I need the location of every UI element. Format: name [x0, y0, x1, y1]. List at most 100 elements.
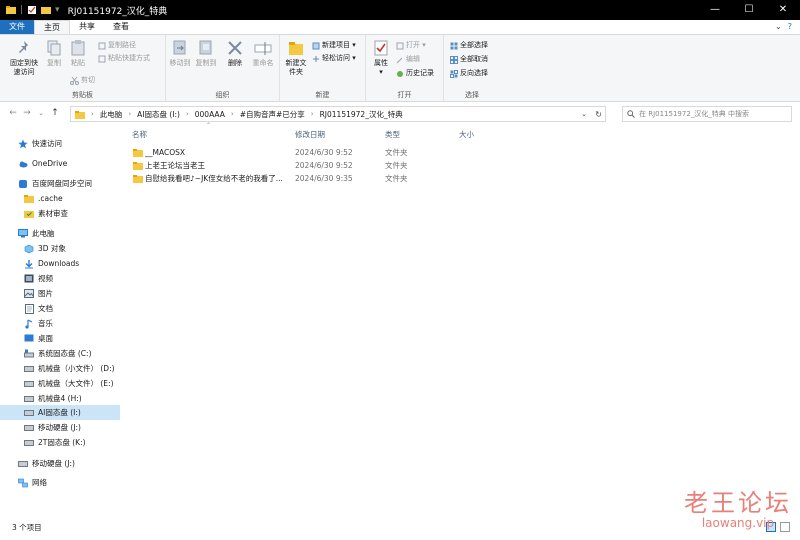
forward-arrow-icon[interactable]: → [20, 108, 34, 118]
tab-share[interactable]: 共享 [70, 20, 104, 34]
cut-button[interactable]: 剪切 [70, 76, 95, 85]
nav-item-label: OneDrive [32, 159, 68, 168]
breadcrumb-this-pc[interactable]: 此电脑 [100, 109, 123, 120]
history-button[interactable]: 历史记录 [396, 69, 434, 78]
edit-button[interactable]: 编辑 [396, 55, 420, 64]
breadcrumb-drive-i[interactable]: AI固态盘 (I:) [137, 109, 180, 120]
nav-item-network[interactable]: 网络 [0, 475, 120, 490]
select-none-icon [450, 55, 458, 64]
nav-item-label: 机械盘（小文件） (D:) [38, 364, 115, 373]
nav-item-label: 桌面 [38, 334, 53, 343]
maximize-button[interactable]: ☐ [732, 0, 766, 20]
table-row[interactable]: 自慰给我看吧♪~JK侄女给不老的我看了... 2024/6/30 9:35 文件… [130, 172, 510, 185]
copy-to-button[interactable]: 复制到 [194, 39, 218, 68]
nav-item-label: 网络 [32, 478, 47, 487]
nav-item-drive-d[interactable]: 机械盘（小文件） (D:) [0, 361, 120, 376]
nav-item-removable-j[interactable]: 移动硬盘 (J:) [0, 456, 120, 471]
nav-item-pictures[interactable]: 图片 [0, 286, 120, 301]
breadcrumb-000aaa[interactable]: 000AAA [195, 110, 225, 119]
rename-button[interactable]: 重命名 [250, 39, 276, 68]
paste-shortcut-label: 粘贴快捷方式 [108, 54, 150, 62]
new-item-button[interactable]: 新建项目 ▾ [312, 41, 356, 50]
window-title: RJ01151972_汉化_特典 [67, 6, 168, 17]
chevron-down-icon: ▾ [350, 41, 356, 49]
column-header-date[interactable]: 修改日期 [295, 128, 325, 142]
breadcrumb-separator[interactable]: › [311, 110, 314, 118]
breadcrumb-separator[interactable]: › [186, 110, 189, 118]
nav-item-drive-h[interactable]: 机械盘4 (H:) [0, 391, 120, 406]
up-arrow-icon[interactable]: ↑ [48, 108, 62, 118]
nav-item-drive-i[interactable]: AI固态盘 (I:) [0, 405, 120, 420]
nav-item-cache[interactable]: .cache [0, 191, 120, 206]
customize-icon[interactable]: ▾ [55, 5, 60, 15]
address-dropdown-icon[interactable]: ⌄ [581, 110, 587, 118]
cloud-icon [18, 159, 28, 169]
chevron-down-icon[interactable]: ⌄ [775, 20, 782, 34]
clipboard-group-label: 剪贴板 [72, 91, 93, 99]
breadcrumb-separator[interactable]: › [128, 110, 131, 118]
nav-item-drive-j[interactable]: 移动硬盘 (J:) [0, 420, 120, 435]
table-row[interactable]: 上老王论坛当老王 2024/6/30 9:52 文件夹 [130, 159, 510, 172]
paste-button[interactable]: 粘贴 [68, 39, 88, 68]
nav-item-onedrive[interactable]: OneDrive [0, 156, 120, 171]
column-header-name[interactable]: 名称 [132, 128, 147, 142]
refresh-icon[interactable]: ↻ [595, 110, 602, 119]
move-to-button[interactable]: 移动到 [168, 39, 192, 68]
nav-item-documents[interactable]: 文档 [0, 301, 120, 316]
nav-item-drive-e[interactable]: 机械盘（大文件） (E:) [0, 376, 120, 391]
properties-icon[interactable] [27, 5, 37, 15]
breadcrumb-current[interactable]: RJ01151972_汉化_特典 [320, 109, 403, 120]
column-header-size[interactable]: 大小 [459, 128, 474, 142]
paste-shortcut-button[interactable]: 粘贴快捷方式 [98, 54, 150, 63]
address-bar[interactable]: › 此电脑 › AI固态盘 (I:) › 000AAA › #自购音声#已分享 … [70, 106, 606, 122]
nav-item-drive-c[interactable]: 系统固态盘 (C:) [0, 346, 120, 361]
nav-item-drive-k[interactable]: 2T固态盘 (K:) [0, 435, 120, 450]
select-all-button[interactable]: 全部选择 [450, 41, 488, 50]
open-button[interactable]: 打开 ▾ [396, 41, 426, 50]
easy-access-button[interactable]: 轻松访问 ▾ [312, 54, 356, 63]
sort-arrow-icon: ⌃ [206, 122, 212, 129]
nav-item-videos[interactable]: 视频 [0, 271, 120, 286]
recent-locations-icon[interactable]: ⌄ [34, 109, 48, 117]
folder-icon [6, 6, 16, 14]
properties-button[interactable]: 属性 ▾ [370, 39, 392, 77]
pin-quick-access-button[interactable]: 固定到快速访问 [6, 39, 42, 77]
close-button[interactable]: ✕ [766, 0, 800, 20]
nav-item-this-pc[interactable]: 此电脑 [0, 226, 120, 241]
nav-item-quick-access[interactable]: 快速访问 [0, 136, 120, 151]
new-folder-icon[interactable] [41, 5, 52, 15]
rename-label: 重命名 [252, 59, 274, 67]
picture-icon [24, 289, 34, 299]
tab-home[interactable]: 主页 [34, 20, 70, 34]
video-icon [24, 274, 34, 284]
search-box[interactable] [622, 106, 792, 122]
column-header-type[interactable]: 类型 [385, 128, 400, 142]
nav-item-music[interactable]: 音乐 [0, 316, 120, 331]
nav-item-desktop[interactable]: 桌面 [0, 331, 120, 346]
tab-view[interactable]: 查看 [104, 20, 138, 34]
nav-item-3d-objects[interactable]: 3D 对象 [0, 241, 120, 256]
nav-item-baidu[interactable]: 百度网盘同步空间 [0, 176, 120, 191]
minimize-button[interactable]: — [698, 0, 732, 20]
navigation-pane: 快速访问 OneDrive 百度网盘同步空间 .cache 素材审查 此电脑 3… [0, 124, 120, 520]
breadcrumb-shared[interactable]: #自购音声#已分享 [240, 109, 305, 120]
copy-button[interactable]: 复制 [44, 39, 64, 68]
nav-item-downloads[interactable]: Downloads [0, 256, 120, 271]
help-icon[interactable]: ? [788, 20, 792, 34]
table-row[interactable]: __MACOSX 2024/6/30 9:52 文件夹 [130, 146, 510, 159]
ribbon: 固定到快速访问 复制 粘贴 复制路径 粘贴快捷方式 剪切 剪贴板 移动到 复制到… [0, 34, 800, 102]
copy-path-button[interactable]: 复制路径 [98, 41, 136, 50]
breadcrumb-separator[interactable]: › [231, 110, 234, 118]
nav-item-label: 机械盘（大文件） (E:) [38, 379, 114, 388]
back-arrow-icon[interactable]: ← [6, 108, 20, 118]
history-label: 历史记录 [406, 69, 434, 77]
invert-selection-button[interactable]: 反向选择 [450, 69, 488, 78]
search-input[interactable] [639, 110, 789, 118]
file-type: 文件夹 [385, 161, 408, 170]
new-folder-button[interactable]: 新建文件夹 [283, 39, 309, 77]
tab-file[interactable]: 文件 [0, 20, 34, 34]
select-none-button[interactable]: 全部取消 [450, 55, 488, 64]
nav-item-material-review[interactable]: 素材审查 [0, 206, 120, 221]
easy-access-label: 轻松访问 [322, 54, 350, 62]
delete-button[interactable]: 删除 [226, 39, 244, 68]
